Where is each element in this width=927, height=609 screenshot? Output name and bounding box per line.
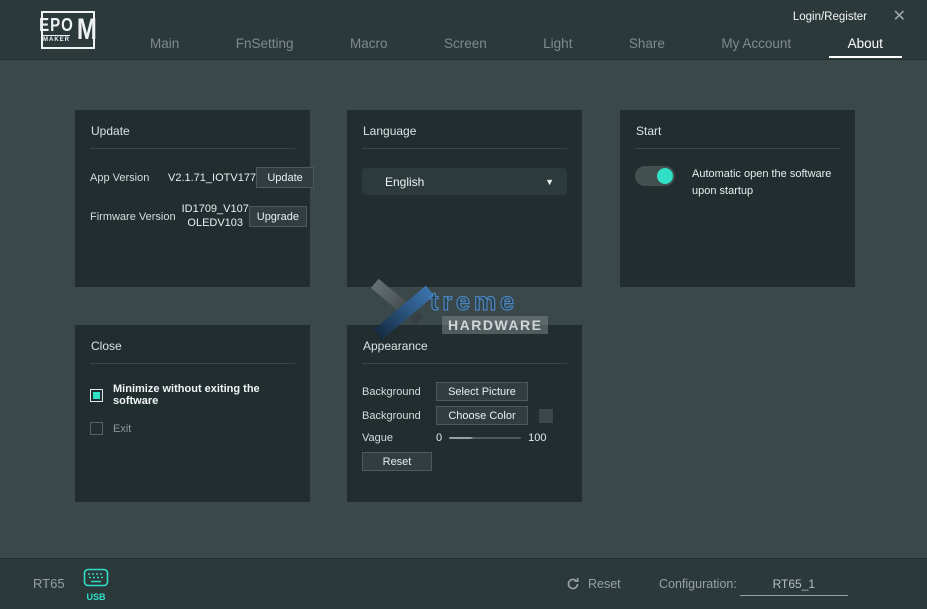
upgrade-button[interactable]: Upgrade [249,206,307,227]
chevron-down-icon: ▼ [545,177,554,187]
title-bar: EPO MAKER M Main FnSetting Macro Screen … [0,0,927,60]
choose-color-button[interactable]: Choose Color [436,406,528,425]
start-panel-title: Start [620,110,855,138]
keyboard-icon [83,568,109,587]
epomaker-logo: EPO MAKER M [41,11,95,49]
vague-slider-row: Vague 0 100 [347,432,582,444]
logo-text-epo: EPO [39,16,74,34]
configuration-label: Configuration: [659,577,737,591]
background-color-swatch [539,409,553,423]
minimize-label: Minimize without exiting the software [113,383,295,407]
vague-min-value: 0 [436,432,442,444]
tab-macro[interactable]: Macro [350,36,388,51]
close-icon[interactable]: ✕ [893,7,906,27]
divider [90,148,295,149]
minimize-checkbox[interactable] [90,389,103,402]
firmware-version-value: ID1709_V107 OLEDV103 [182,203,249,231]
autostart-label: Automatic open the software upon startup [692,166,840,200]
app-version-value: V2.1.71_IOTV177 [168,172,256,184]
language-panel-title: Language [347,110,582,138]
divider [90,363,295,364]
status-bar: RT65 USB Reset Configuration: RT65_1 [0,558,927,609]
firmware-version-row: Firmware Version ID1709_V107 OLEDV103 Up… [75,203,310,231]
update-panel-title: Update [75,110,310,138]
close-panel-title: Close [75,325,310,353]
close-panel: Close Minimize without exiting the softw… [75,325,310,502]
start-panel: Start Automatic open the software upon s… [620,110,855,287]
main-nav: Main FnSetting Macro Screen Light Share … [150,33,883,53]
toggle-knob [657,168,673,184]
firmware-version-label: Firmware Version [90,211,176,223]
watermark-treme-text: treme [430,288,518,317]
tab-light[interactable]: Light [543,36,572,51]
reset-label: Reset [588,577,621,591]
app-version-label: App Version [90,172,153,184]
vague-label: Vague [362,432,436,444]
language-dropdown[interactable]: English ▼ [362,168,567,195]
exit-label: Exit [113,423,131,435]
tab-screen[interactable]: Screen [444,36,487,51]
update-button[interactable]: Update [256,167,314,188]
exit-checkbox[interactable] [90,422,103,435]
background-picture-row: Background Select Picture [347,382,582,401]
reset-configuration-button[interactable]: Reset [566,577,621,591]
tab-fnsetting[interactable]: FnSetting [236,36,294,51]
refresh-icon [566,577,580,591]
login-register-link[interactable]: Login/Register [793,11,867,23]
update-panel: Update App Version V2.1.71_IOTV177 Updat… [75,110,310,287]
divider [362,363,567,364]
appearance-panel: Appearance Background Select Picture Bac… [347,325,582,502]
language-panel: Language English ▼ [347,110,582,287]
vague-slider[interactable] [449,437,521,439]
background-picture-label: Background [362,386,436,398]
device-name: RT65 [33,576,65,591]
tab-my-account[interactable]: My Account [721,36,791,51]
tab-share[interactable]: Share [629,36,665,51]
appearance-reset-row: Reset [347,452,582,471]
language-selected-value: English [385,175,424,189]
exit-option-row: Exit [75,422,310,435]
usb-label: USB [81,592,111,602]
vague-max-value: 100 [528,432,546,444]
divider [362,148,567,149]
configuration-value[interactable]: RT65_1 [740,577,848,596]
tab-about[interactable]: About [848,36,883,51]
app-version-row: App Version V2.1.71_IOTV177 Update [75,167,310,188]
minimize-option-row: Minimize without exiting the software [75,383,310,407]
appearance-panel-title: Appearance [347,325,582,353]
tab-main[interactable]: Main [150,36,179,51]
autostart-toggle[interactable] [635,166,675,186]
background-color-label: Background [362,410,436,422]
background-color-row: Background Choose Color [347,406,582,425]
usb-connection-indicator: USB [81,568,111,602]
logo-text-m: M [77,17,97,44]
configuration-field: Configuration: RT65_1 [659,577,848,596]
autostart-row: Automatic open the software upon startup [620,149,855,200]
select-picture-button[interactable]: Select Picture [436,382,528,401]
appearance-reset-button[interactable]: Reset [362,452,432,471]
